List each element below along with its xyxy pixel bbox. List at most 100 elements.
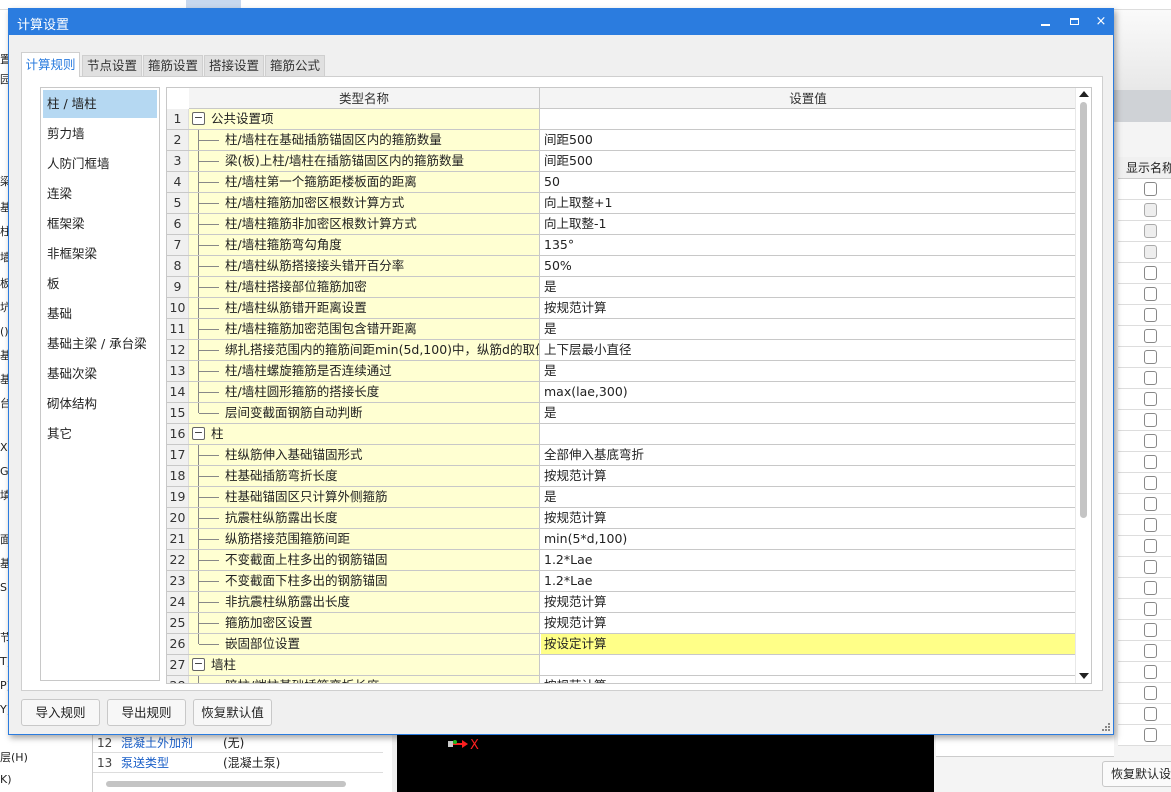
setting-value-cell[interactable]: 135° bbox=[541, 235, 1075, 255]
setting-row[interactable]: 20 抗震柱纵筋露出长度 按规范计算 bbox=[167, 508, 1075, 529]
scroll-up-arrow-icon[interactable] bbox=[1079, 91, 1089, 97]
setting-row[interactable]: 12 绑扎搭接范围内的箍筋间距min(5d,100)中，纵筋d的取值 上下层最小直径 bbox=[167, 340, 1075, 361]
display-name-checkbox[interactable] bbox=[1144, 602, 1157, 616]
display-name-checkbox[interactable] bbox=[1144, 245, 1157, 259]
display-name-checkbox[interactable] bbox=[1144, 329, 1157, 343]
export-rules-button[interactable]: 导出规则 bbox=[107, 699, 186, 726]
tab-calculation-rules[interactable]: 计算规则 bbox=[21, 52, 80, 77]
display-name-checkbox[interactable] bbox=[1144, 707, 1157, 721]
setting-row[interactable]: 17 柱纵筋伸入基础锚固形式 全部伸入基底弯折 bbox=[167, 445, 1075, 466]
setting-value-cell[interactable]: 按设定计算 bbox=[541, 634, 1075, 654]
setting-value-cell[interactable]: 50% bbox=[541, 256, 1075, 276]
setting-row[interactable]: 8 柱/墙柱纵筋搭接接头错开百分率 50% bbox=[167, 256, 1075, 277]
scroll-down-arrow-icon[interactable] bbox=[1079, 673, 1089, 679]
setting-value-cell[interactable]: 按规范计算 bbox=[541, 676, 1075, 683]
setting-value-cell[interactable]: 上下层最小直径 bbox=[541, 340, 1075, 360]
setting-row[interactable]: 4 柱/墙柱第一个箍筋距楼板面的距离 50 bbox=[167, 172, 1075, 193]
setting-value-cell[interactable]: 是 bbox=[541, 403, 1075, 423]
property-name[interactable]: 泵送类型 bbox=[121, 753, 169, 773]
display-name-checkbox[interactable] bbox=[1144, 203, 1157, 217]
setting-value-cell[interactable]: 按规范计算 bbox=[541, 298, 1075, 318]
setting-row[interactable]: 10 柱/墙柱纵筋错开距离设置 按规范计算 bbox=[167, 298, 1075, 319]
display-name-checkbox[interactable] bbox=[1144, 623, 1157, 637]
setting-value-cell[interactable]: 1.2*Lae bbox=[541, 571, 1075, 591]
setting-row[interactable]: 22 不变截面上柱多出的钢筋锚固 1.2*Lae bbox=[167, 550, 1075, 571]
display-name-checkbox[interactable] bbox=[1144, 266, 1157, 280]
import-rules-button[interactable]: 导入规则 bbox=[21, 699, 100, 726]
resize-grip-icon[interactable] bbox=[1102, 723, 1110, 731]
setting-row[interactable]: 9 柱/墙柱搭接部位箍筋加密 是 bbox=[167, 277, 1075, 298]
minimize-button[interactable] bbox=[1030, 9, 1060, 35]
setting-row[interactable]: 23 不变截面下柱多出的钢筋锚固 1.2*Lae bbox=[167, 571, 1075, 592]
setting-value-cell[interactable] bbox=[541, 655, 1075, 675]
setting-value-cell[interactable]: 按规范计算 bbox=[541, 508, 1075, 528]
setting-row[interactable]: 11 柱/墙柱箍筋加密范围包含错开距离 是 bbox=[167, 319, 1075, 340]
property-row[interactable]: 12 混凝土外加剂 (无) bbox=[93, 733, 383, 753]
display-name-checkbox[interactable] bbox=[1144, 182, 1157, 196]
display-name-checkbox[interactable] bbox=[1144, 644, 1157, 658]
setting-value-cell[interactable]: 是 bbox=[541, 277, 1075, 297]
category-item[interactable]: 砌体结构 bbox=[43, 390, 157, 418]
setting-value-cell[interactable]: 向上取整+1 bbox=[541, 193, 1075, 213]
setting-value-cell[interactable]: 1.2*Lae bbox=[541, 550, 1075, 570]
setting-value-cell[interactable]: 全部伸入基底弯折 bbox=[541, 445, 1075, 465]
category-item[interactable]: 板 bbox=[43, 270, 157, 298]
setting-value-cell[interactable]: 向上取整-1 bbox=[541, 214, 1075, 234]
setting-row[interactable]: 25 箍筋加密区设置 按规范计算 bbox=[167, 613, 1075, 634]
setting-row[interactable]: 6 柱/墙柱箍筋非加密区根数计算方式 向上取整-1 bbox=[167, 214, 1075, 235]
maximize-button[interactable] bbox=[1059, 9, 1089, 35]
setting-value-cell[interactable]: 按规范计算 bbox=[541, 466, 1075, 486]
category-item[interactable]: 非框架梁 bbox=[43, 240, 157, 268]
setting-row[interactable]: 26 嵌固部位设置 按设定计算 bbox=[167, 634, 1075, 655]
category-item[interactable]: 基础次梁 bbox=[43, 360, 157, 388]
display-name-checkbox[interactable] bbox=[1144, 413, 1157, 427]
tab-node-settings[interactable]: 节点设置 bbox=[82, 55, 142, 77]
collapse-toggle-icon[interactable]: − bbox=[192, 112, 205, 125]
setting-row[interactable]: 24 非抗震柱纵筋露出长度 按规范计算 bbox=[167, 592, 1075, 613]
tab-stirrup-settings[interactable]: 箍筋设置 bbox=[143, 55, 203, 77]
setting-row[interactable]: 19 柱基础锚固区只计算外侧箍筋 是 bbox=[167, 487, 1075, 508]
restore-default-settings-button[interactable]: 恢复默认设 bbox=[1102, 761, 1171, 787]
setting-value-cell[interactable] bbox=[541, 424, 1075, 444]
property-table-horizontal-scrollbar[interactable] bbox=[98, 779, 378, 789]
tab-lap-settings[interactable]: 搭接设置 bbox=[204, 55, 264, 77]
display-name-checkbox[interactable] bbox=[1144, 518, 1157, 532]
category-item[interactable]: 基础主梁 / 承台梁 bbox=[43, 330, 157, 358]
setting-row[interactable]: 15 层间变截面钢筋自动判断 是 bbox=[167, 403, 1075, 424]
display-name-checkbox[interactable] bbox=[1144, 497, 1157, 511]
setting-value-cell[interactable]: 是 bbox=[541, 487, 1075, 507]
category-item[interactable]: 基础 bbox=[43, 300, 157, 328]
column-header-setting-value[interactable]: 设置值 bbox=[541, 88, 1075, 109]
display-name-checkbox[interactable] bbox=[1144, 455, 1157, 469]
setting-row[interactable]: 3 梁(板)上柱/墙柱在插筋锚固区内的箍筋数量 间距500 bbox=[167, 151, 1075, 172]
display-name-checkbox[interactable] bbox=[1144, 371, 1157, 385]
column-header-type-name[interactable]: 类型名称 bbox=[189, 88, 540, 109]
display-name-checkbox[interactable] bbox=[1144, 287, 1157, 301]
group-row[interactable]: 1− 公共设置项 bbox=[167, 109, 1075, 130]
group-row[interactable]: 27− 墙柱 bbox=[167, 655, 1075, 676]
close-button[interactable]: × bbox=[1086, 9, 1116, 35]
category-item[interactable]: 剪力墙 bbox=[43, 120, 157, 148]
setting-row[interactable]: 5 柱/墙柱箍筋加密区根数计算方式 向上取整+1 bbox=[167, 193, 1075, 214]
scrollbar-thumb[interactable] bbox=[106, 781, 346, 787]
display-name-checkbox[interactable] bbox=[1144, 665, 1157, 679]
setting-value-cell[interactable]: 是 bbox=[541, 361, 1075, 381]
category-item[interactable]: 其它 bbox=[43, 420, 157, 448]
dialog-titlebar[interactable]: 计算设置 × bbox=[9, 9, 1113, 35]
property-value[interactable]: (混凝土泵) bbox=[223, 753, 280, 773]
setting-row[interactable]: 7 柱/墙柱箍筋弯勾角度 135° bbox=[167, 235, 1075, 256]
property-value[interactable]: (无) bbox=[223, 733, 244, 753]
group-row[interactable]: 16− 柱 bbox=[167, 424, 1075, 445]
display-name-checkbox[interactable] bbox=[1144, 224, 1157, 238]
setting-row[interactable]: 2 柱/墙柱在基础插筋锚固区内的箍筋数量 间距500 bbox=[167, 130, 1075, 151]
setting-value-cell[interactable]: max(lae,300) bbox=[541, 382, 1075, 402]
setting-row[interactable]: 28 暗柱/端柱基础插筋弯折长度 按规范计算 bbox=[167, 676, 1075, 683]
setting-row[interactable]: 13 柱/墙柱螺旋箍筋是否连续通过 是 bbox=[167, 361, 1075, 382]
display-name-checkbox[interactable] bbox=[1144, 392, 1157, 406]
display-name-checkbox[interactable] bbox=[1144, 728, 1157, 742]
setting-value-cell[interactable]: min(5*d,100) bbox=[541, 529, 1075, 549]
display-name-checkbox[interactable] bbox=[1144, 476, 1157, 490]
display-name-checkbox[interactable] bbox=[1144, 308, 1157, 322]
collapse-toggle-icon[interactable]: − bbox=[192, 658, 205, 671]
setting-value-cell[interactable]: 间距500 bbox=[541, 130, 1075, 150]
